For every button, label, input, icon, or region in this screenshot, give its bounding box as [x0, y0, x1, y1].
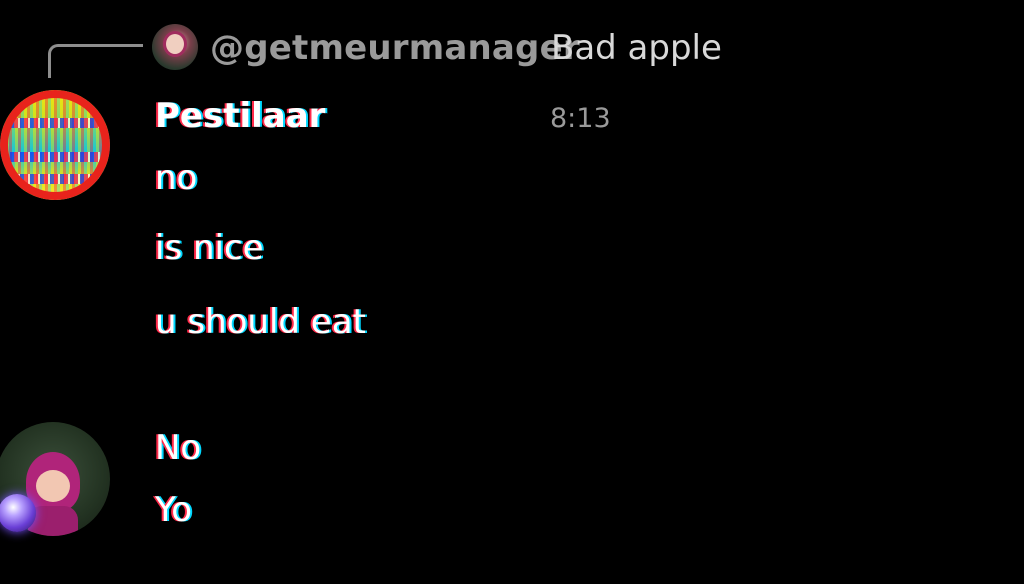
message-text: Yo: [155, 490, 193, 530]
avatar-character-face: [36, 470, 70, 502]
message-text: No: [155, 428, 202, 468]
message-timestamp: 8:13: [550, 103, 611, 134]
reply-preview-text[interactable]: Bad apple: [551, 28, 722, 68]
reply-avatar-face: [166, 34, 184, 54]
author-avatar[interactable]: [0, 90, 110, 200]
message-text: u should eat: [155, 302, 366, 342]
message-text: is nice: [155, 228, 264, 268]
author-name[interactable]: Pestilaar: [155, 96, 325, 136]
reply-connector-icon: [48, 44, 143, 78]
reply-username[interactable]: @getmeurmanager: [210, 28, 580, 68]
reply-author-avatar[interactable]: [152, 24, 198, 70]
avatar-ring: [0, 90, 110, 200]
message-text: no: [155, 158, 198, 198]
